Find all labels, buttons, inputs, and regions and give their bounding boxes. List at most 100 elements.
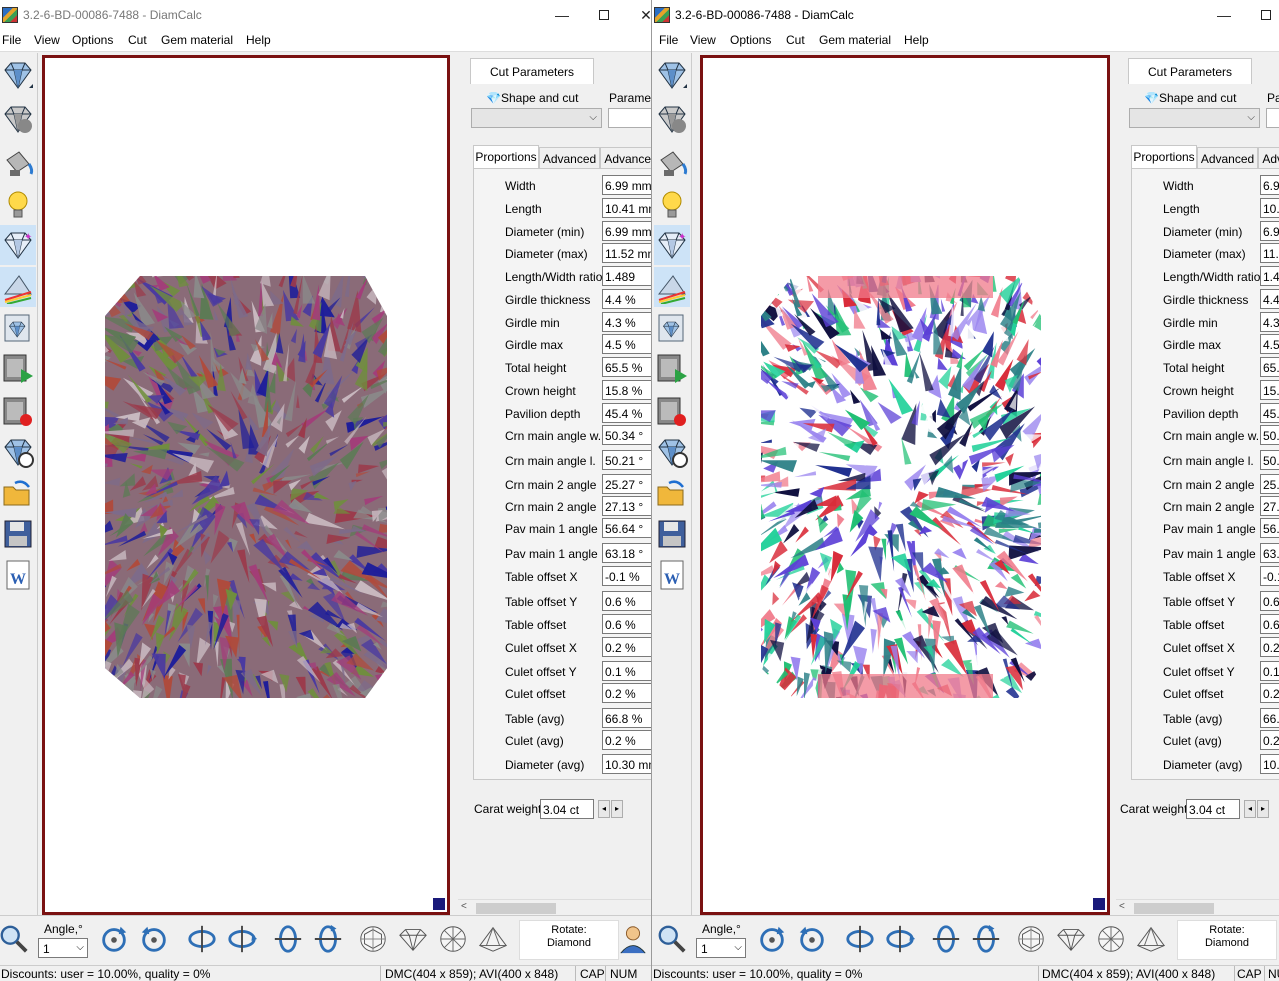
proportion-value-field[interactable]: 15.8 % xyxy=(602,380,651,400)
maximize-button[interactable] xyxy=(584,0,624,30)
proportion-value-field[interactable]: 11.52 mm xyxy=(602,243,651,263)
carat-decrease-button[interactable]: ◂ xyxy=(1244,800,1256,818)
flip-horizontal-button[interactable] xyxy=(271,922,305,956)
proportion-value-field[interactable]: 65.5 % xyxy=(602,357,651,377)
tab-proportions[interactable]: Proportions xyxy=(1131,145,1197,169)
parameters-field[interactable] xyxy=(1266,108,1279,128)
proportion-value-field[interactable]: 0.6 % xyxy=(602,591,651,611)
angle-select[interactable]: 1 ⌵ xyxy=(38,938,88,958)
proportion-value-field[interactable]: 0.2 % xyxy=(1260,683,1279,703)
proportion-value-field[interactable]: 0.2 % xyxy=(1260,730,1279,750)
scroll-left-arrow[interactable]: < xyxy=(1119,901,1125,912)
diamond-viewport[interactable] xyxy=(700,55,1110,915)
parameters-field[interactable] xyxy=(608,108,651,128)
proportion-value-field[interactable]: 0.2 % xyxy=(602,730,651,750)
diamond-card-tool-button[interactable] xyxy=(0,308,36,348)
proportion-value-field[interactable]: 4.3 % xyxy=(602,312,651,332)
maximize-button[interactable] xyxy=(1246,0,1279,30)
proportion-value-field[interactable]: -0.1 % xyxy=(602,566,651,586)
paint-bucket-tool-button[interactable] xyxy=(654,143,690,183)
menu-options[interactable]: Options xyxy=(72,33,113,47)
word-export-tool-button[interactable]: W xyxy=(654,555,690,595)
proportion-value-field[interactable]: 63.18 ° xyxy=(1260,543,1279,563)
proportion-value-field[interactable]: 50.21 ° xyxy=(602,450,651,470)
user-button[interactable] xyxy=(616,922,650,956)
panel-horizontal-scrollbar[interactable]: < xyxy=(1116,899,1279,915)
proportion-value-field[interactable]: 4.4 % xyxy=(602,289,651,309)
tab-advanced[interactable]: Advanced xyxy=(1197,147,1258,169)
flip-vertical-button[interactable] xyxy=(843,922,877,956)
proportion-value-field[interactable]: 4.5 % xyxy=(602,334,651,354)
proportion-value-field[interactable]: 6.99 mm xyxy=(1260,221,1279,241)
proportion-value-field[interactable]: 0.6 % xyxy=(602,614,651,634)
paint-bucket-tool-button[interactable] xyxy=(0,143,36,183)
top-view-button[interactable] xyxy=(356,922,390,956)
diamond-lens-tool-button[interactable] xyxy=(654,432,690,472)
proportion-value-field[interactable]: 27.13 ° xyxy=(1260,496,1279,516)
proportion-value-field[interactable]: 50.21 ° xyxy=(1260,450,1279,470)
minimize-button[interactable]: — xyxy=(1204,0,1244,30)
menu-view[interactable]: View xyxy=(34,33,60,47)
panel-horizontal-scrollbar[interactable]: < xyxy=(458,899,651,915)
tab-advanced[interactable]: Advanced xyxy=(539,147,600,169)
menu-gem-material[interactable]: Gem material xyxy=(819,33,891,47)
menu-cut[interactable]: Cut xyxy=(786,33,805,47)
proportion-value-field[interactable]: 11.52 mm xyxy=(1260,243,1279,263)
pavilion-view-button[interactable] xyxy=(476,922,510,956)
proportion-value-field[interactable]: 6.99 mm xyxy=(602,221,651,241)
diamond-card-tool-button[interactable] xyxy=(654,308,690,348)
proportion-value-field[interactable]: 27.13 ° xyxy=(602,496,651,516)
proportion-value-field[interactable]: 4.4 % xyxy=(1260,289,1279,309)
video-play-tool-button[interactable] xyxy=(654,348,690,388)
proportion-value-field[interactable]: 25.27 ° xyxy=(1260,474,1279,494)
diamond-viewport[interactable] xyxy=(42,55,450,915)
proportion-value-field[interactable]: -0.1 % xyxy=(1260,566,1279,586)
diamond-lens-tool-button[interactable] xyxy=(0,432,36,472)
proportion-value-field[interactable]: 56.64 ° xyxy=(602,518,651,538)
carat-weight-field[interactable]: 3.04 ct xyxy=(1186,799,1240,819)
tab-proportions[interactable]: Proportions xyxy=(473,145,539,169)
proportion-value-field[interactable]: 25.27 ° xyxy=(602,474,651,494)
diamond-sparkle-tool-button[interactable]: ✦ xyxy=(654,225,690,265)
flip-horizontal-reverse-button[interactable] xyxy=(969,922,1003,956)
proportion-value-field[interactable]: 0.6 % xyxy=(1260,614,1279,634)
rotate-cw-button[interactable] xyxy=(97,922,131,956)
flip-horizontal-reverse-button[interactable] xyxy=(311,922,345,956)
shape-and-cut-select[interactable]: ⌵ xyxy=(471,108,602,128)
rotate-ccw-button[interactable] xyxy=(137,922,171,956)
proportion-value-field[interactable]: 0.1 % xyxy=(1260,661,1279,681)
video-record-tool-button[interactable] xyxy=(0,391,36,431)
save-disk-tool-button[interactable] xyxy=(654,514,690,554)
proportion-value-field[interactable]: 66.8 % xyxy=(602,708,651,728)
lightbulb-tool-button[interactable] xyxy=(654,185,690,225)
side-view-button[interactable] xyxy=(1054,922,1088,956)
carat-decrease-button[interactable]: ◂ xyxy=(598,800,610,818)
rotate-ccw-button[interactable] xyxy=(795,922,829,956)
proportion-value-field[interactable]: 1.489 xyxy=(602,266,651,286)
proportion-value-field[interactable]: 1.489 xyxy=(1260,266,1279,286)
proportion-value-field[interactable]: 0.6 % xyxy=(1260,591,1279,611)
proportion-value-field[interactable]: 6.99 mm xyxy=(1260,175,1279,195)
rotate-mode-box[interactable]: Rotate: Diamond xyxy=(1177,920,1277,960)
scroll-thumb[interactable] xyxy=(1134,903,1214,914)
tab-advanced-2[interactable]: Advanced xyxy=(600,147,651,169)
menu-file[interactable]: File xyxy=(2,33,21,47)
side-view-button[interactable] xyxy=(396,922,430,956)
proportion-value-field[interactable]: 10.41 mm xyxy=(1260,198,1279,218)
scroll-thumb[interactable] xyxy=(476,903,556,914)
diamond-gray-tool-button[interactable] xyxy=(0,99,36,139)
word-export-tool-button[interactable]: W xyxy=(0,555,36,595)
menu-cut[interactable]: Cut xyxy=(128,33,147,47)
tab-advanced-2[interactable]: Advanced xyxy=(1258,147,1279,169)
diamond-view-tool-button[interactable] xyxy=(654,55,690,95)
diamond-sparkle-tool-button[interactable]: ✦ xyxy=(0,225,36,265)
menu-options[interactable]: Options xyxy=(730,33,771,47)
rotate-cw-button[interactable] xyxy=(755,922,789,956)
diamond-view-tool-button[interactable] xyxy=(0,55,36,95)
proportion-value-field[interactable]: 10.30 mm xyxy=(1260,754,1279,774)
proportion-value-field[interactable]: 4.3 % xyxy=(1260,312,1279,332)
tab-cut-parameters[interactable]: Cut Parameters xyxy=(470,58,594,84)
proportion-value-field[interactable]: 4.5 % xyxy=(1260,334,1279,354)
proportion-value-field[interactable]: 10.30 mm xyxy=(602,754,651,774)
carat-weight-field[interactable]: 3.04 ct xyxy=(540,799,594,819)
